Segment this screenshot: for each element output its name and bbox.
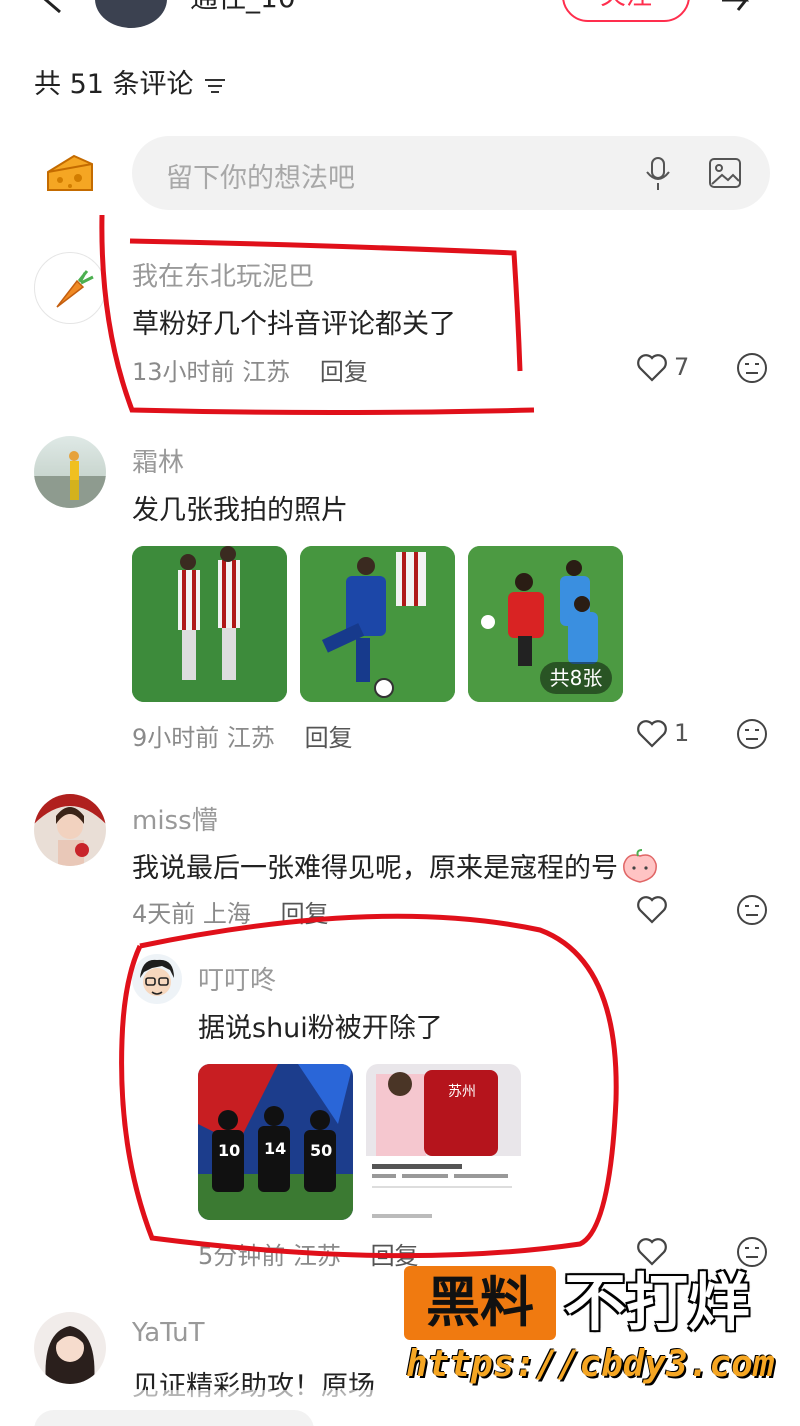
comment-location: 江苏 [226, 724, 275, 752]
comment-text: 我说最后一张难得见呢，原来是寇程的号 [132, 846, 660, 885]
heart-icon [637, 1238, 667, 1266]
comment-text-body: 我说最后一张难得见呢，原来是寇程的号 [132, 853, 618, 884]
like-count: 7 [674, 353, 690, 381]
watermark-brand: 黑料 [426, 1271, 534, 1334]
like-button[interactable]: 7 [636, 352, 689, 382]
emoji-reaction-icon[interactable] [736, 352, 768, 384]
emoji-reaction-icon[interactable] [736, 1236, 768, 1268]
watermark-url: https://cbdy3.com [406, 1344, 775, 1385]
red-annotation-box-1 [99, 214, 535, 415]
like-button[interactable]: 1 [636, 718, 689, 748]
comment-author[interactable]: YaTuT [132, 1318, 205, 1348]
comment-author[interactable]: miss懵 [132, 800, 218, 837]
image-count-label: 共8张 [549, 666, 603, 690]
cheese-avatar-icon [44, 150, 96, 196]
follow-label: 关注 [600, 0, 652, 11]
back-icon[interactable] [38, 0, 68, 16]
peach-emoji-icon [620, 848, 660, 884]
girl-portrait-photo [45, 1326, 95, 1384]
author-name[interactable]: 通往_10 [190, 0, 296, 16]
reply-button[interactable]: 回复 [305, 724, 353, 752]
heart-icon [637, 354, 667, 382]
author-avatar[interactable] [95, 0, 167, 28]
heart-icon [637, 896, 667, 924]
emoji-reaction-icon[interactable] [736, 894, 768, 926]
comment-input-placeholder: 留下你的想法吧 [166, 163, 355, 194]
comment-time: 9小时前 [132, 724, 220, 752]
comment-avatar[interactable] [34, 436, 106, 508]
microphone-icon[interactable] [644, 156, 672, 192]
photo-thumbnail[interactable] [132, 546, 287, 702]
bottom-comment-input[interactable] [34, 1410, 314, 1426]
comment-author[interactable]: 霜林 [132, 442, 184, 479]
comment-input[interactable]: 留下你的想法吧 [132, 136, 770, 210]
image-count-badge: 共8张 [540, 662, 612, 694]
like-button[interactable] [636, 894, 668, 924]
heart-icon [637, 720, 667, 748]
like-button[interactable] [636, 1236, 668, 1266]
comment-text: 发几张我拍的照片 [132, 495, 348, 526]
photo-thumbnail[interactable] [300, 546, 455, 702]
comments-count: 共 51 条评论 [34, 62, 226, 101]
photo-thumbnail[interactable]: 共8张 [468, 546, 623, 702]
comment-meta: 9小时前 江苏 回复 [132, 718, 353, 753]
red-annotation-box-2 [119, 913, 619, 1259]
football-players-photo [132, 546, 287, 702]
football-players-photo [300, 546, 455, 702]
comment-avatar[interactable] [34, 1312, 106, 1384]
follow-button[interactable]: 关注 [562, 0, 690, 22]
share-icon[interactable] [718, 0, 758, 18]
watermark-slogan: 不打烊 [564, 1266, 751, 1339]
comment-avatar[interactable] [34, 794, 106, 866]
watermark-brand-box: 黑料 [404, 1266, 556, 1340]
person-photo-icon [34, 451, 106, 508]
comments-count-label: 共 51 条评论 [34, 69, 194, 100]
sort-icon[interactable] [204, 72, 226, 93]
emoji-reaction-icon[interactable] [736, 718, 768, 750]
image-icon[interactable] [708, 156, 742, 190]
woman-portrait-photo [34, 794, 106, 866]
like-count: 1 [674, 719, 690, 747]
